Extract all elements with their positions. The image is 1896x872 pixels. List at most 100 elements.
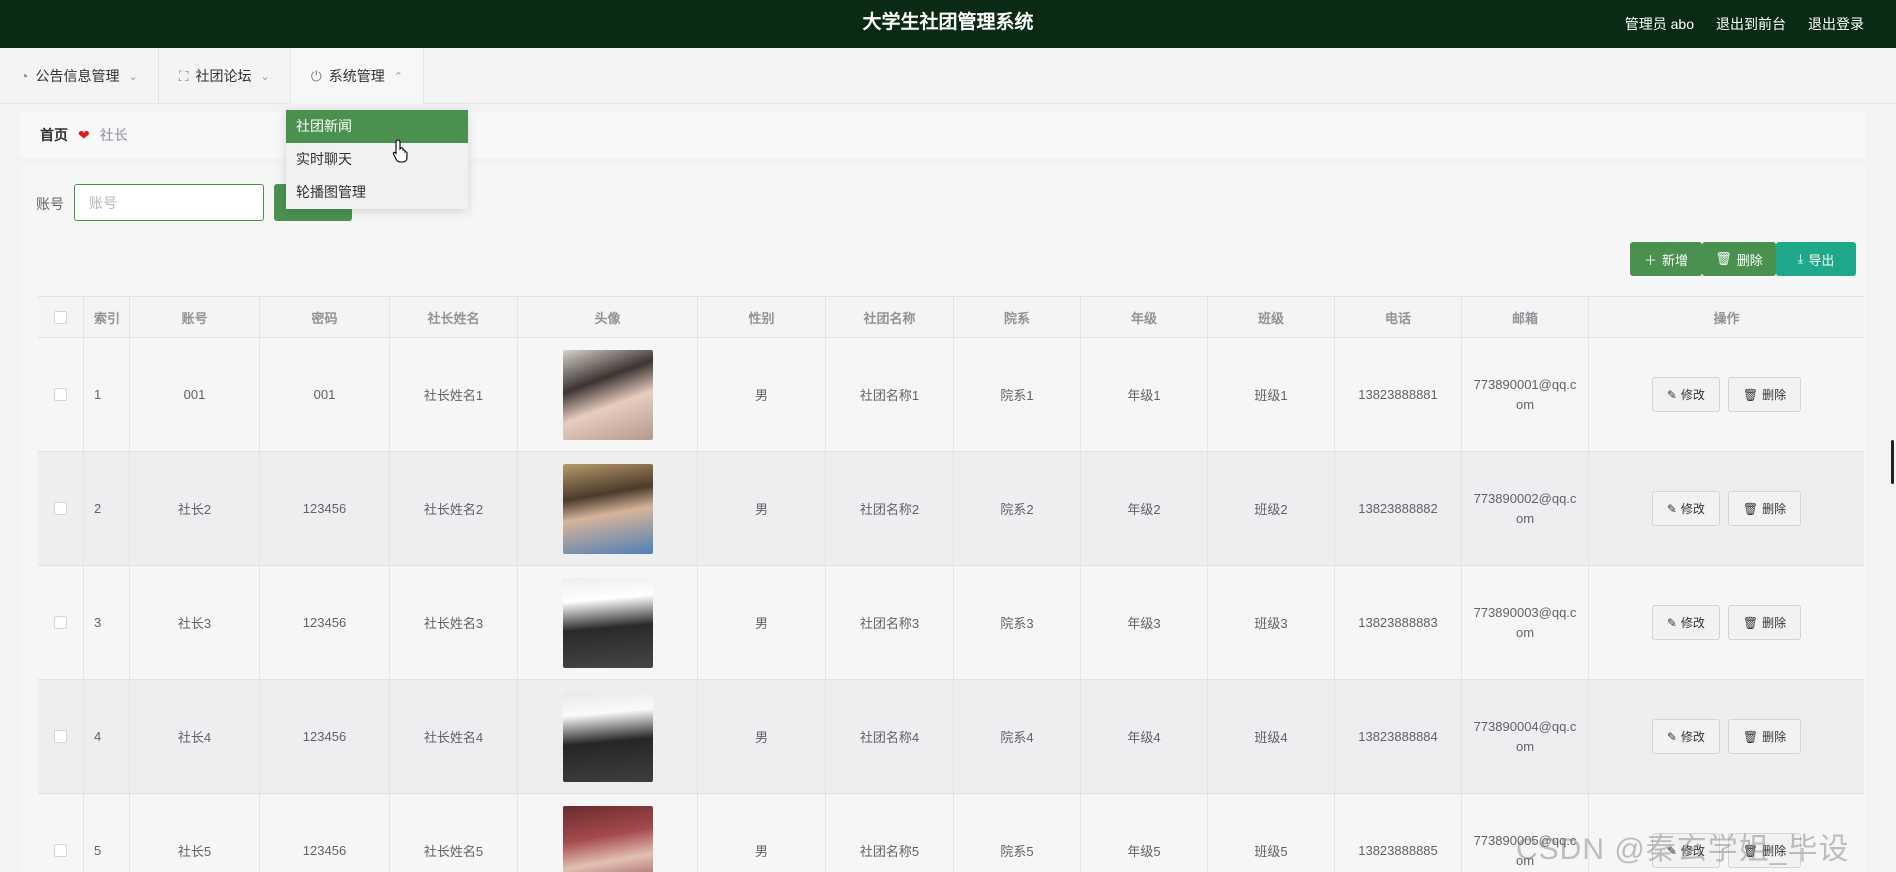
cell-index: 2 [84, 452, 130, 565]
row-select-cell[interactable] [38, 680, 84, 793]
search-account-input[interactable] [74, 184, 264, 221]
cell-account: 社长3 [130, 566, 260, 679]
chevron-down-icon: ⌄ [260, 70, 270, 83]
exit-to-front-link[interactable]: 退出到前台 [1716, 14, 1786, 34]
cell-class: 班级3 [1208, 566, 1335, 679]
row-checkbox[interactable] [54, 616, 67, 629]
trash-icon: 🗑 [1742, 615, 1759, 630]
row-checkbox[interactable] [54, 388, 67, 401]
edit-button[interactable]: ✎ 修改 [1651, 377, 1720, 412]
delete-button[interactable]: 🗑 删除 [1727, 719, 1802, 754]
cell-class: 班级5 [1208, 794, 1335, 872]
add-button[interactable]: ＋ 新增 [1630, 242, 1702, 276]
delete-button[interactable]: 🗑 删除 [1727, 377, 1802, 412]
export-button[interactable]: ⤓ 导出 [1776, 242, 1856, 276]
menu-item-system[interactable]: ⏻ 系统管理 ⌃ [290, 48, 425, 104]
cell-name: 社长姓名1 [390, 338, 518, 451]
cell-actions: ✎ 修改 🗑 删除 [1589, 566, 1864, 679]
cell-club: 社团名称4 [826, 680, 954, 793]
table-row: 2 社长2 123456 社长姓名2 男 社团名称2 院系2 年级2 班级2 1… [38, 452, 1864, 566]
menu-item-forum[interactable]: ⛶ 社团论坛 ⌄ [159, 48, 291, 104]
menu-item-label: 公告信息管理 [35, 68, 120, 84]
row-select-cell[interactable] [38, 566, 84, 679]
cell-gender: 男 [698, 338, 826, 451]
delete-button-label: 删除 [1762, 616, 1787, 630]
submenu-item-club-news[interactable]: 社团新闻 [286, 110, 468, 143]
column-header: 社长姓名 [390, 297, 518, 337]
cell-club: 社团名称3 [826, 566, 954, 679]
cell-club: 社团名称2 [826, 452, 954, 565]
cell-club: 社团名称1 [826, 338, 954, 451]
delete-button[interactable]: 🗑 删除 [1727, 605, 1802, 640]
current-user-label: 管理员 abo [1624, 16, 1694, 32]
cell-password: 123456 [260, 452, 390, 565]
fullscreen-icon: ⛶ [178, 67, 189, 84]
delete-button[interactable]: 🗑 删除 [1727, 491, 1802, 526]
cell-avatar [518, 452, 698, 565]
breadcrumb-home[interactable]: 首页 [40, 125, 68, 145]
power-icon: ⏻ [310, 67, 322, 84]
edit-button[interactable]: ✎ 修改 [1651, 605, 1720, 640]
column-header: 班级 [1208, 297, 1335, 337]
submenu-item-carousel[interactable]: 轮播图管理 [286, 176, 468, 209]
column-header: 邮箱 [1462, 297, 1589, 337]
cell-account: 社长5 [130, 794, 260, 872]
cell-grade: 年级3 [1081, 566, 1208, 679]
cell-avatar [518, 794, 698, 872]
cell-gender: 男 [698, 794, 826, 872]
column-header: 索引 [84, 297, 130, 337]
system-submenu: 社团新闻 实时聊天 轮播图管理 [286, 110, 468, 209]
cell-gender: 男 [698, 452, 826, 565]
cell-index: 4 [84, 680, 130, 793]
select-all-checkbox[interactable] [54, 310, 67, 324]
cell-club: 社团名称5 [826, 794, 954, 872]
trash-icon: 🗑 [1715, 251, 1732, 266]
cell-avatar [518, 566, 698, 679]
export-button-label: 导出 [1808, 252, 1835, 268]
cell-email: 773890002@qq.com [1462, 452, 1589, 565]
cell-dept: 院系1 [954, 338, 1081, 451]
row-select-cell[interactable] [38, 452, 84, 565]
edit-button[interactable]: ✎ 修改 [1651, 491, 1720, 526]
delete-button-label: 删除 [1762, 388, 1787, 402]
table-row: 4 社长4 123456 社长姓名4 男 社团名称4 院系4 年级4 班级4 1… [38, 680, 1864, 794]
cell-email: 773890003@qq.com [1462, 566, 1589, 679]
cell-account: 001 [130, 338, 260, 451]
add-button-label: 新增 [1662, 252, 1689, 268]
batch-delete-button[interactable]: 🗑 删除 [1702, 242, 1776, 276]
edit-icon: ✎ [1666, 387, 1677, 402]
row-select-cell[interactable] [38, 794, 84, 872]
cell-account: 社长4 [130, 680, 260, 793]
edit-icon: ✎ [1666, 501, 1677, 516]
cell-dept: 院系4 [954, 680, 1081, 793]
row-select-cell[interactable] [38, 338, 84, 451]
cell-dept: 院系2 [954, 452, 1081, 565]
cell-dept: 院系5 [954, 794, 1081, 872]
cell-actions: ✎ 修改 🗑 删除 [1589, 338, 1864, 451]
select-all-cell[interactable] [38, 297, 84, 337]
row-checkbox[interactable] [54, 730, 67, 743]
table-row: 3 社长3 123456 社长姓名3 男 社团名称3 院系3 年级3 班级3 1… [38, 566, 1864, 680]
edit-button-label: 修改 [1680, 730, 1705, 744]
menu-item-announcements[interactable]: ◔ 公告信息管理 ⌄ [0, 48, 159, 104]
logout-link[interactable]: 退出登录 [1808, 14, 1864, 34]
cell-index: 3 [84, 566, 130, 679]
cell-actions: ✎ 修改 🗑 删除 [1589, 680, 1864, 793]
column-header: 密码 [260, 297, 390, 337]
edit-button[interactable]: ✎ 修改 [1651, 719, 1720, 754]
hand-cursor-icon [392, 139, 408, 163]
row-checkbox[interactable] [54, 844, 67, 857]
app-title: 大学生社团管理系统 [862, 12, 1034, 33]
trash-icon: 🗑 [1742, 729, 1759, 744]
avatar [562, 463, 653, 554]
row-checkbox[interactable] [54, 502, 67, 515]
column-header: 性别 [698, 297, 826, 337]
main-panel: 账号 ＋ 新增 🗑 删除 ⤓ 导出 索引 账号 密码 社长姓名 头像 性别 社团… [20, 166, 1866, 872]
download-icon: ⤓ [1797, 251, 1804, 266]
column-header: 年级 [1081, 297, 1208, 337]
menu-item-label: 社团论坛 [195, 68, 252, 84]
column-header: 操作 [1713, 310, 1740, 326]
cell-account: 社长2 [130, 452, 260, 565]
page-scrollbar-thumb[interactable] [1891, 440, 1894, 484]
submenu-item-live-chat[interactable]: 实时聊天 [286, 143, 468, 176]
